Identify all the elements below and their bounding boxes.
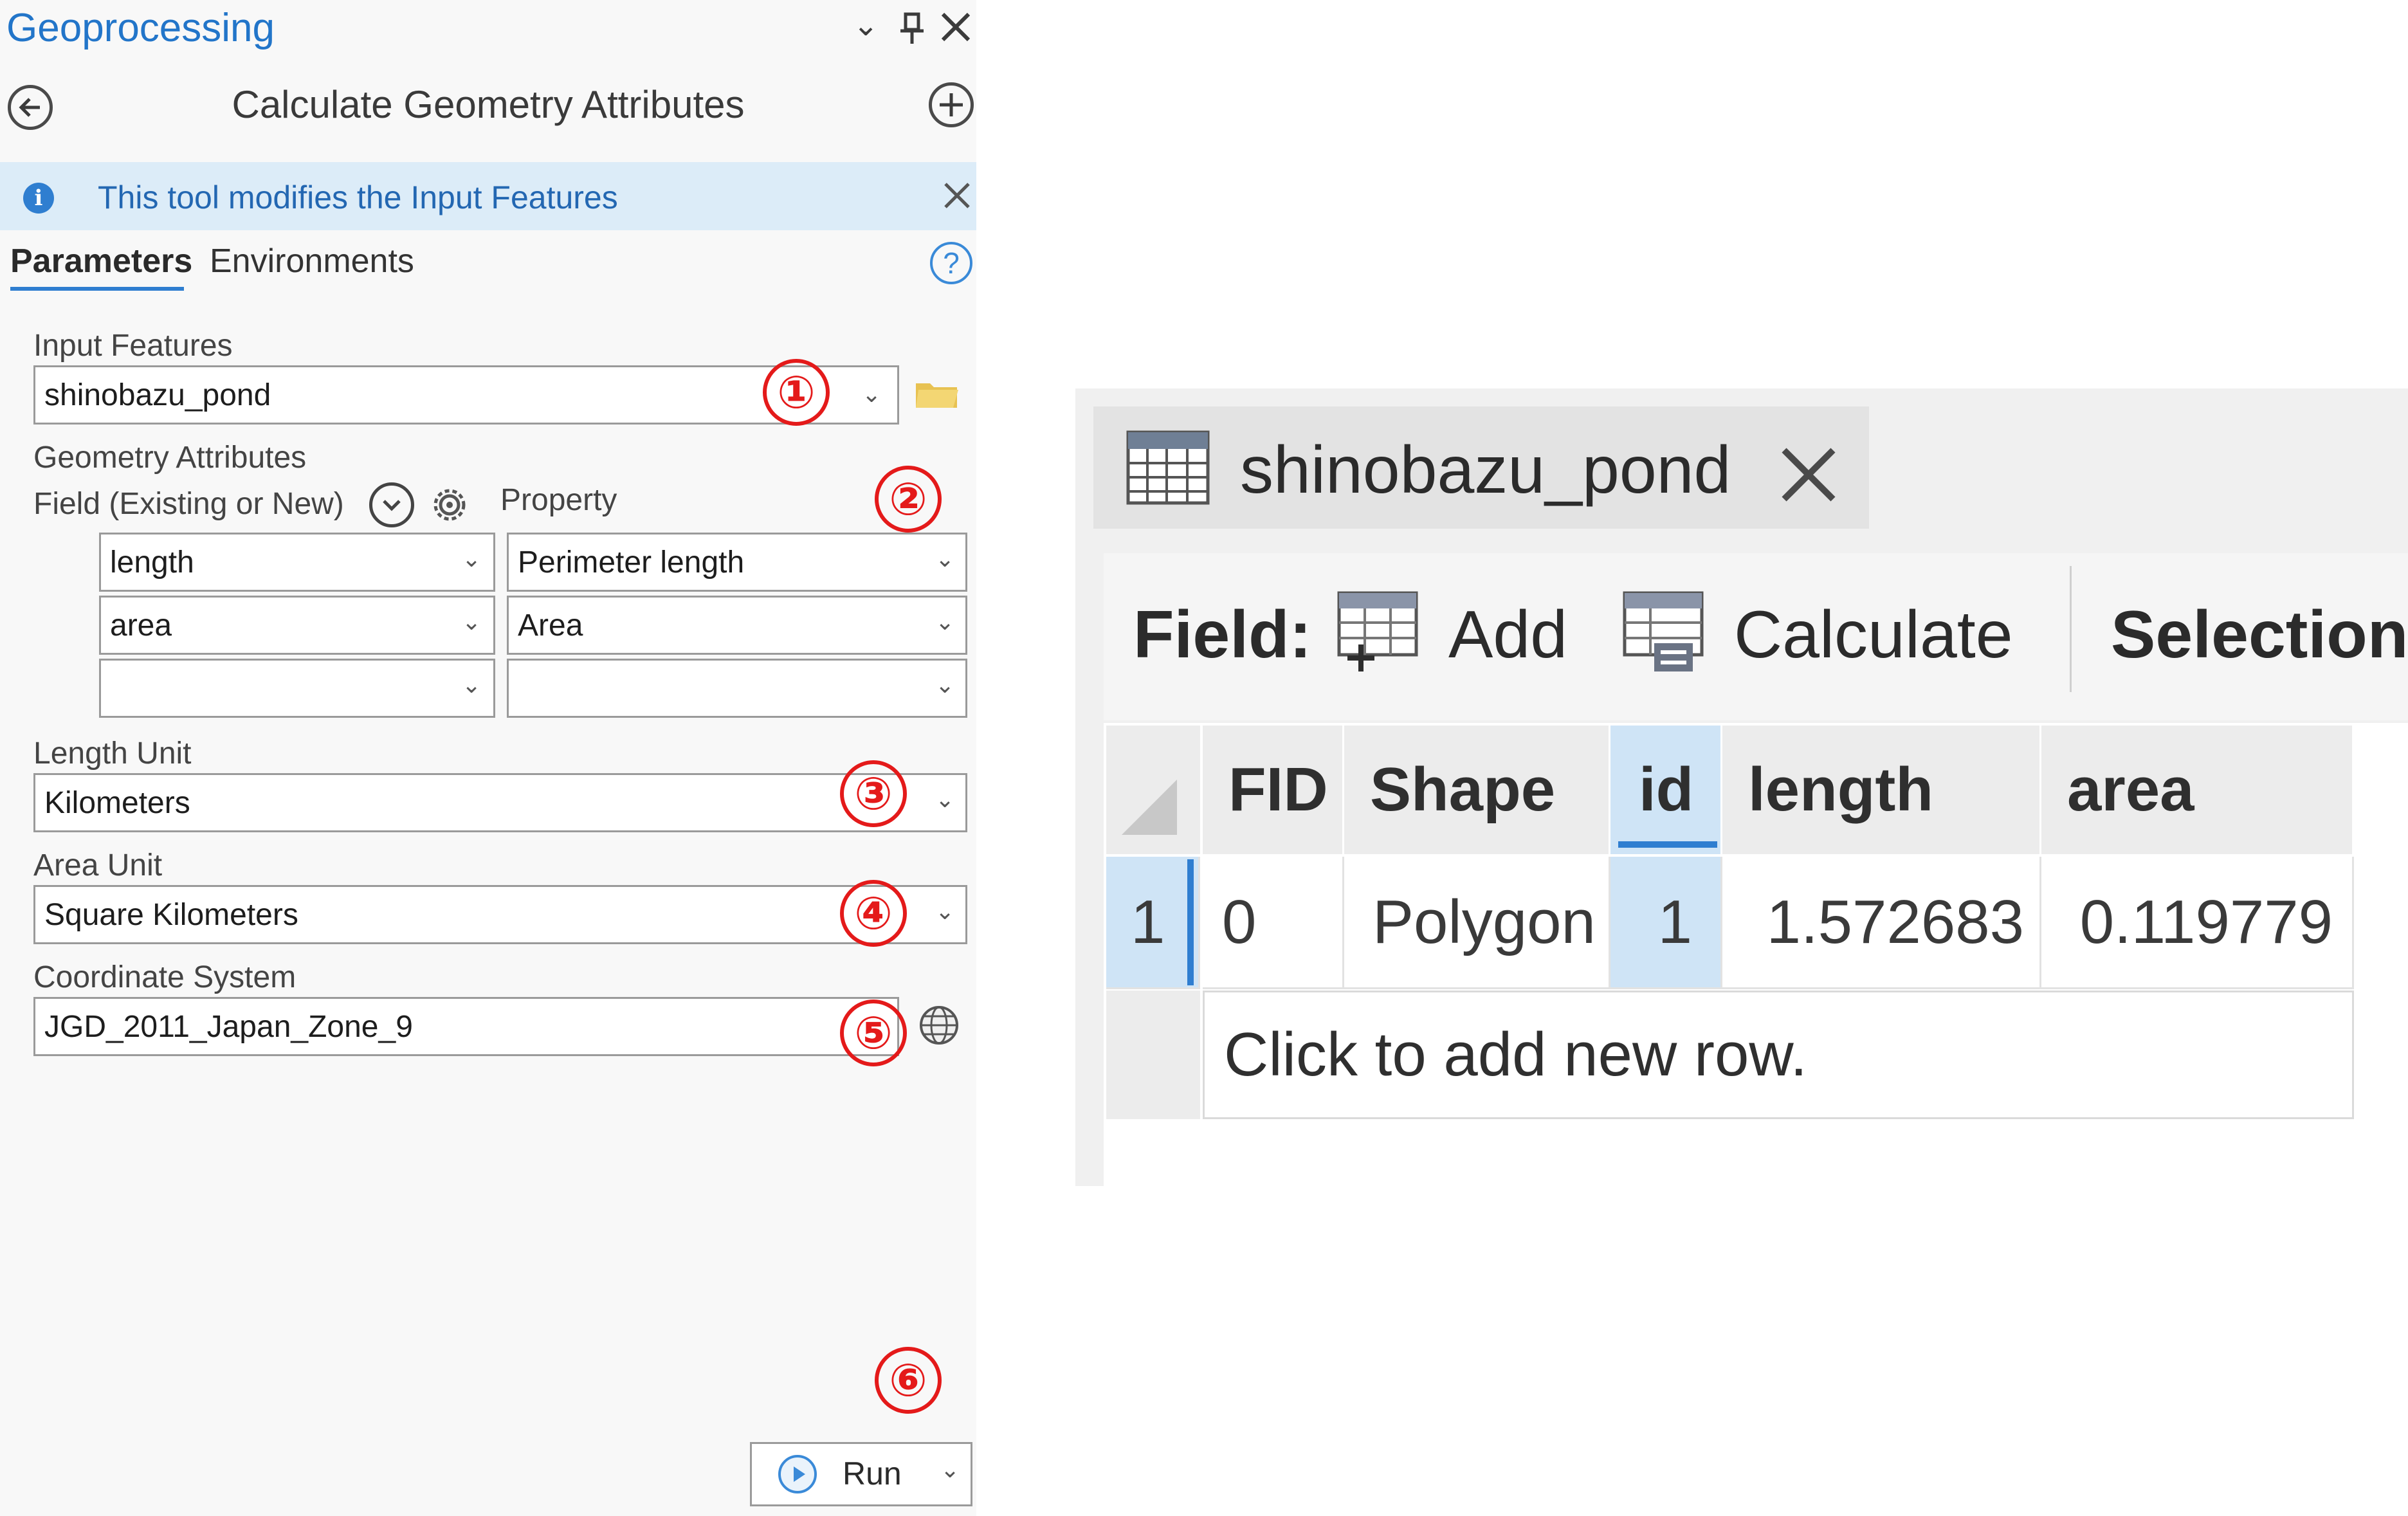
- toolbar-separator: [2070, 566, 2072, 692]
- chevron-down-icon[interactable]: ⌄: [462, 671, 481, 699]
- chevron-down-icon[interactable]: ⌄: [935, 671, 954, 699]
- property-value: Area: [518, 608, 583, 643]
- column-header-id[interactable]: id: [1610, 726, 1722, 854]
- help-icon[interactable]: ?: [930, 242, 972, 284]
- property-select-row-3[interactable]: [507, 659, 967, 718]
- selected-column-indicator: [1618, 841, 1717, 848]
- chevron-down-icon[interactable]: ⌄: [935, 786, 954, 813]
- expand-icon[interactable]: [369, 482, 414, 527]
- active-tab-indicator: [10, 287, 184, 291]
- info-icon: i: [23, 183, 54, 214]
- add-field-label[interactable]: Add: [1448, 597, 1567, 673]
- row-header[interactable]: 1: [1106, 857, 1200, 989]
- length-unit-label: Length Unit: [33, 736, 192, 771]
- play-icon: [778, 1455, 817, 1493]
- chevron-down-icon[interactable]: ⌄: [940, 1456, 960, 1483]
- field-select-row-3[interactable]: [99, 659, 495, 718]
- chevron-down-icon[interactable]: ⌄: [935, 545, 954, 572]
- close-icon[interactable]: [1778, 444, 1839, 506]
- length-unit-select[interactable]: Kilometers: [33, 773, 967, 832]
- add-icon[interactable]: [929, 82, 974, 127]
- table-cell-area[interactable]: 0.119779: [2041, 857, 2354, 989]
- current-row-indicator: [1187, 859, 1194, 985]
- selection-group-label: Selection:: [2111, 598, 2408, 672]
- pin-icon[interactable]: [899, 12, 925, 45]
- field-select-row-1[interactable]: length: [99, 533, 495, 592]
- property-column-header: Property: [500, 483, 617, 517]
- column-header-fid[interactable]: FID: [1203, 726, 1344, 854]
- property-select-row-1[interactable]: Perimeter length: [507, 533, 967, 592]
- field-value: length: [110, 545, 194, 580]
- input-features-value: shinobazu_pond: [44, 378, 271, 412]
- table-tab-title: shinobazu_pond: [1240, 433, 1731, 507]
- chevron-down-icon[interactable]: ⌄: [462, 545, 481, 572]
- table-cell-length[interactable]: 1.572683: [1722, 857, 2041, 989]
- globe-icon[interactable]: [918, 1005, 960, 1046]
- step-marker-1: ①: [763, 359, 830, 426]
- coordinate-system-label: Coordinate System: [33, 960, 296, 994]
- chevron-down-icon[interactable]: ⌄: [462, 608, 481, 635]
- add-new-row[interactable]: Click to add new row.: [1203, 991, 2354, 1119]
- property-select-row-2[interactable]: Area: [507, 596, 967, 655]
- chevron-down-icon[interactable]: ⌄: [935, 608, 954, 635]
- info-message: This tool modifies the Input Features: [98, 179, 618, 215]
- area-unit-value: Square Kilometers: [44, 897, 298, 932]
- field-column-header: Field (Existing or New): [33, 487, 344, 521]
- step-marker-5: ⑤: [840, 1000, 907, 1066]
- coordinate-system-field[interactable]: JGD_2011_Japan_Zone_9: [33, 997, 899, 1056]
- step-marker-2: ②: [875, 466, 942, 533]
- chevron-down-icon[interactable]: ⌄: [862, 381, 881, 408]
- property-value: Perimeter length: [518, 545, 745, 580]
- geometry-attributes-label: Geometry Attributes: [33, 441, 307, 475]
- area-unit-label: Area Unit: [33, 848, 163, 882]
- step-marker-6: ⑥: [875, 1347, 942, 1414]
- new-row-header: [1106, 991, 1200, 1119]
- gear-icon[interactable]: [427, 482, 472, 527]
- select-all-corner[interactable]: [1106, 726, 1200, 854]
- area-unit-select[interactable]: Square Kilometers: [33, 885, 967, 944]
- step-marker-3: ③: [840, 760, 907, 827]
- tool-title: Calculate Geometry Attributes: [232, 83, 745, 126]
- table-cell-fid[interactable]: 0: [1203, 857, 1344, 989]
- chevron-down-icon[interactable]: ⌄: [853, 10, 879, 41]
- table-cell-shape[interactable]: Polygon: [1344, 857, 1610, 989]
- column-header-length[interactable]: length: [1722, 726, 2041, 854]
- tab-environments[interactable]: Environments: [210, 242, 414, 280]
- column-header-area[interactable]: area: [2041, 726, 2354, 854]
- field-group-label: Field:: [1133, 598, 1312, 672]
- field-select-row-2[interactable]: area: [99, 596, 495, 655]
- run-button-label: Run: [843, 1456, 902, 1492]
- column-header-shape[interactable]: Shape: [1344, 726, 1610, 854]
- add-field-icon[interactable]: [1335, 589, 1420, 674]
- step-marker-4: ④: [840, 880, 907, 947]
- corner-triangle-icon: [1122, 780, 1177, 835]
- tab-parameters[interactable]: Parameters: [10, 242, 192, 280]
- coordinate-system-value: JGD_2011_Japan_Zone_9: [44, 1009, 413, 1044]
- close-icon[interactable]: [939, 10, 972, 44]
- calculate-field-label[interactable]: Calculate: [1734, 597, 2013, 673]
- calculate-field-icon[interactable]: [1621, 589, 1706, 674]
- field-value: area: [110, 608, 172, 643]
- close-icon[interactable]: [943, 181, 971, 210]
- length-unit-value: Kilometers: [44, 785, 190, 820]
- table-cell-id[interactable]: 1: [1610, 857, 1722, 989]
- table-icon: [1126, 430, 1210, 506]
- input-features-label: Input Features: [33, 329, 233, 363]
- folder-icon[interactable]: [915, 378, 960, 409]
- chevron-down-icon[interactable]: ⌄: [935, 898, 954, 925]
- pane-title: Geoprocessing: [6, 6, 275, 50]
